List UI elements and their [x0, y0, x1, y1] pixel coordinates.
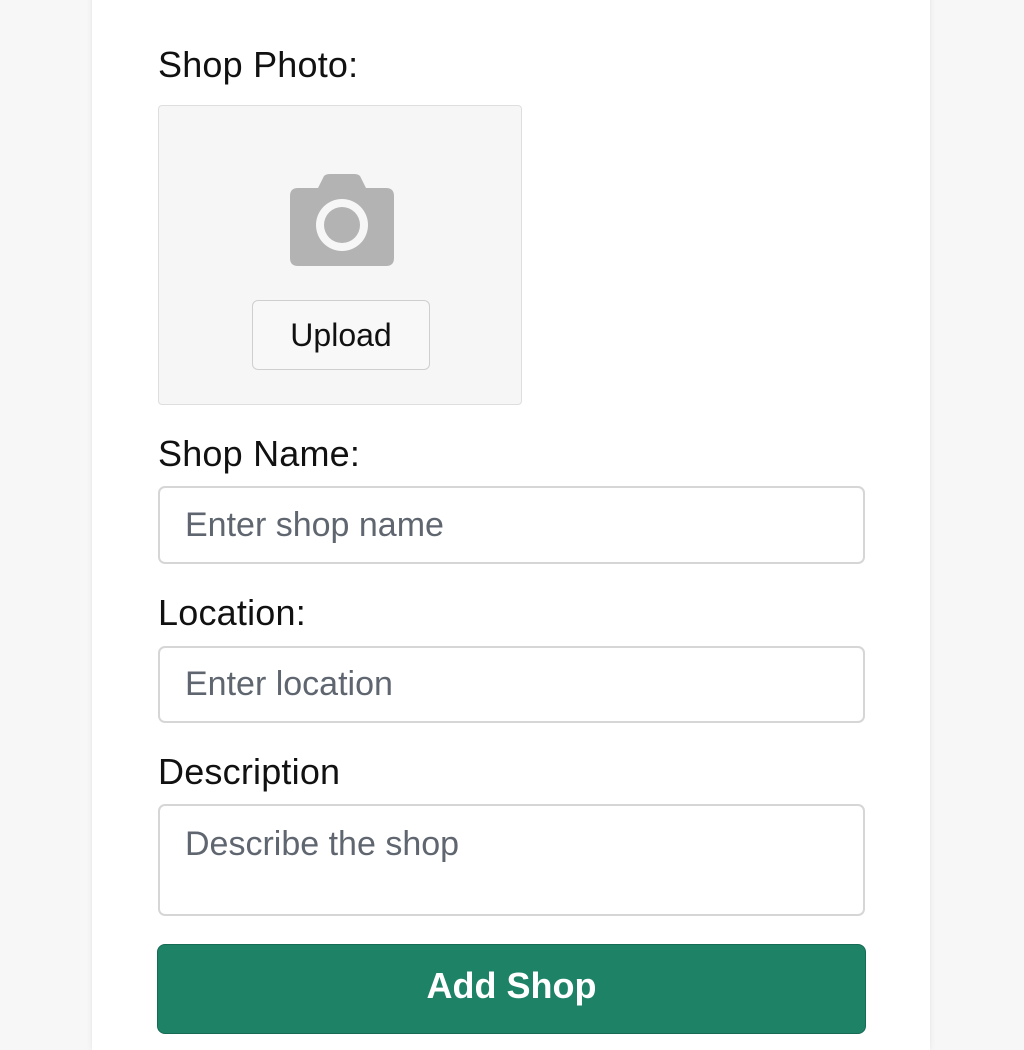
shop-name-label: Shop Name: — [158, 433, 361, 474]
location-label: Location: — [158, 592, 306, 633]
camera-icon — [290, 174, 394, 266]
location-input[interactable] — [158, 646, 865, 723]
description-label: Description — [158, 751, 341, 792]
upload-button[interactable]: Upload — [252, 300, 430, 370]
add-shop-button[interactable]: Add Shop — [157, 944, 866, 1034]
shop-photo-label: Shop Photo: — [158, 44, 359, 85]
description-textarea[interactable] — [158, 804, 865, 916]
shop-name-input[interactable] — [158, 486, 865, 564]
photo-upload-area[interactable]: Upload — [158, 105, 522, 405]
